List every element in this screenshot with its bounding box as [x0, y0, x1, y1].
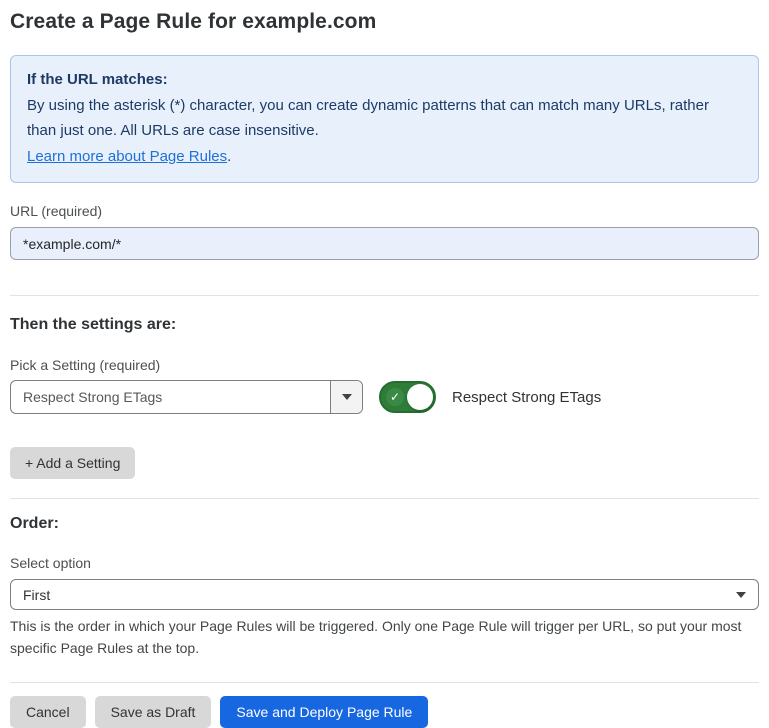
save-draft-button[interactable]: Save as Draft — [95, 696, 212, 728]
setting-select-caret-button[interactable] — [330, 381, 362, 413]
setting-row: Respect Strong ETags ✓ Respect Strong ET… — [10, 380, 759, 414]
toggle-knob — [407, 384, 433, 410]
footer-actions: Cancel Save as Draft Save and Deploy Pag… — [10, 696, 759, 728]
settings-section-heading: Then the settings are: — [10, 316, 759, 334]
chevron-down-icon — [736, 592, 746, 598]
url-input[interactable] — [10, 227, 759, 260]
order-select-value: First — [23, 587, 50, 603]
footer-divider — [10, 682, 759, 683]
add-setting-button[interactable]: + Add a Setting — [10, 447, 135, 479]
setting-select-value: Respect Strong ETags — [11, 381, 330, 413]
section-divider — [10, 498, 759, 499]
setting-toggle[interactable]: ✓ — [379, 381, 436, 413]
setting-toggle-label: Respect Strong ETags — [452, 389, 601, 406]
page-title: Create a Page Rule for example.com — [10, 10, 759, 34]
order-select-label: Select option — [10, 555, 759, 571]
url-match-info-box: If the URL matches: By using the asteris… — [10, 55, 759, 183]
info-box-heading: If the URL matches: — [27, 67, 742, 93]
cancel-button[interactable]: Cancel — [10, 696, 86, 728]
section-divider — [10, 295, 759, 296]
pick-setting-label: Pick a Setting (required) — [10, 357, 759, 373]
info-box-body: By using the asterisk (*) character, you… — [27, 93, 742, 144]
order-select[interactable]: First — [10, 579, 759, 610]
url-field-label: URL (required) — [10, 203, 759, 219]
check-icon: ✓ — [386, 388, 404, 406]
setting-select[interactable]: Respect Strong ETags — [10, 380, 363, 414]
info-box-link-line: Learn more about Page Rules. — [27, 144, 742, 170]
order-section-heading: Order: — [10, 515, 759, 533]
learn-more-link[interactable]: Learn more about Page Rules — [27, 148, 227, 165]
order-help-text: This is the order in which your Page Rul… — [10, 616, 755, 659]
save-deploy-button[interactable]: Save and Deploy Page Rule — [220, 696, 428, 728]
page-rule-form: Create a Page Rule for example.com If th… — [0, 10, 769, 728]
chevron-down-icon — [342, 394, 352, 400]
link-suffix: . — [227, 148, 231, 165]
